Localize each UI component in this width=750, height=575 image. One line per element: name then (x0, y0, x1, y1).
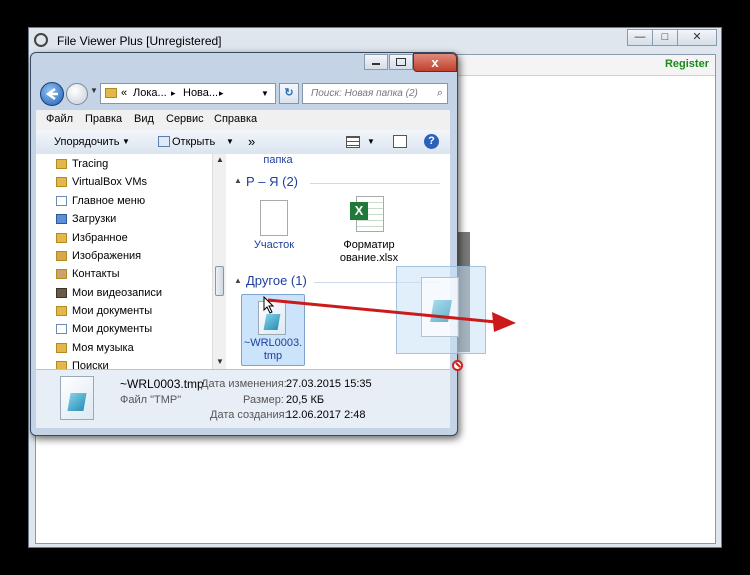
screen: { "background_app": { "title": "File Vie… (0, 0, 750, 575)
drag-arrow-annotation (267, 298, 516, 332)
mouse-cursor-icon (263, 296, 275, 314)
